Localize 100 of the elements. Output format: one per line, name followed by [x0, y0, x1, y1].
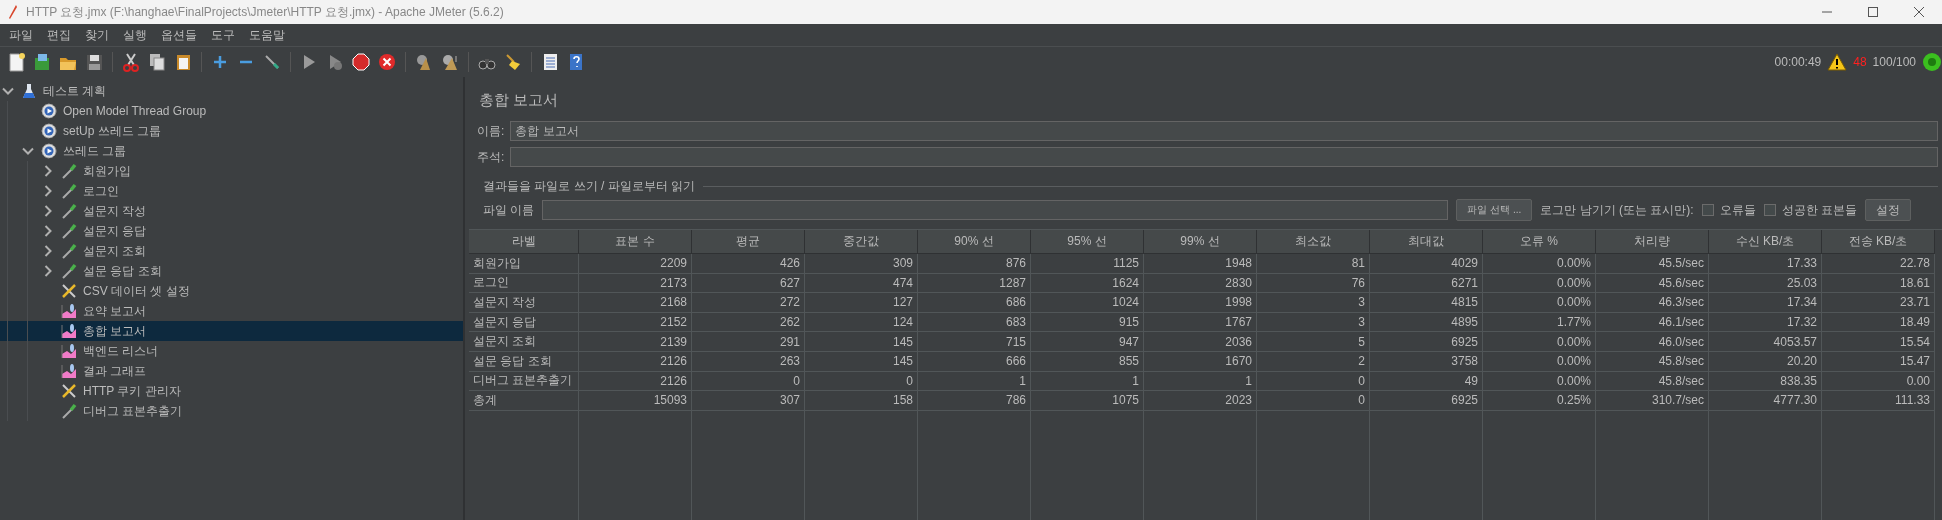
chevron-right-icon[interactable]	[42, 165, 54, 177]
table-cell: 0.00%	[1483, 293, 1596, 313]
chevron-down-icon[interactable]	[22, 145, 34, 157]
column-header[interactable]: 중간값	[805, 230, 918, 254]
table-cell: 426	[692, 254, 805, 274]
menu-item[interactable]: 파일	[2, 26, 40, 44]
menu-item[interactable]: 도움말	[242, 26, 292, 44]
menu-item[interactable]: 옵션들	[154, 26, 204, 44]
checkbox[interactable]	[1763, 204, 1776, 216]
table-cell: 로그인	[469, 273, 579, 294]
column-header[interactable]: 오류 %	[1483, 230, 1596, 254]
name-field[interactable]: 총합 보고서	[510, 121, 1938, 141]
table-cell: 디버그 표본추출기	[469, 371, 579, 392]
menu-item[interactable]: 찾기	[78, 26, 116, 44]
checkbox-label[interactable]: 성공한 표본들	[1781, 201, 1857, 219]
table-cell: 15.54	[1822, 332, 1935, 352]
table-cell: 0	[805, 371, 918, 392]
table-cell: 0.25%	[1483, 391, 1596, 411]
table-cell: 4815	[1370, 293, 1483, 313]
window-title: HTTP 요청.jmx (F:\hanghae\FinalProjects\Jmeter\HTTP 요청.jmx) - Apache JMeter (5.6.2)	[26, 3, 505, 21]
new-file-icon[interactable]	[6, 52, 26, 72]
filename-field[interactable]	[542, 200, 1449, 220]
table-cell: 111.33	[1822, 391, 1935, 411]
chevron-right-icon[interactable]	[42, 225, 54, 237]
table-cell: 2209	[579, 254, 692, 274]
column-header[interactable]: 평균	[692, 230, 805, 254]
column-header[interactable]: 전송 KB/초	[1822, 230, 1935, 254]
table-cell: 2	[1257, 351, 1370, 372]
field-label: 파일 이름	[483, 201, 535, 219]
table-cell: 76	[1257, 273, 1370, 294]
menu-item[interactable]: 도구	[204, 26, 242, 44]
table-cell: 46.3/sec	[1596, 293, 1709, 313]
settings-button[interactable]: 설정	[1864, 199, 1911, 221]
tree-item[interactable]: 총합 보고서	[0, 321, 463, 341]
table-cell: 0.00%	[1483, 351, 1596, 372]
table-cell: 17.32	[1709, 312, 1822, 333]
browse-button[interactable]: 파일 선택 ...	[1456, 199, 1533, 221]
templates-icon[interactable]	[32, 52, 52, 72]
table-cell: 2168	[579, 293, 692, 313]
table-cell: 145	[805, 351, 918, 372]
copy-icon[interactable]	[147, 52, 167, 72]
chevron-right-icon[interactable]	[42, 205, 54, 217]
column-header[interactable]: 90% 선	[918, 230, 1031, 254]
table-cell: 124	[805, 312, 918, 333]
warning-count: 48	[1853, 55, 1867, 69]
table-cell: 876	[918, 254, 1031, 274]
chevron-right-icon[interactable]	[42, 265, 54, 277]
column-header[interactable]: 95% 선	[1031, 230, 1144, 254]
table-cell: 6925	[1370, 391, 1483, 411]
menu-item[interactable]: 편집	[40, 26, 78, 44]
chevron-right-icon[interactable]	[42, 185, 54, 197]
comment-field[interactable]	[510, 147, 1938, 167]
table-cell: 915	[1031, 312, 1144, 333]
table-cell: 145	[805, 332, 918, 352]
stop-icon[interactable]	[351, 52, 371, 72]
checkbox-label[interactable]: 오류들	[1719, 201, 1756, 219]
table-cell: 설문지 응답	[469, 312, 579, 333]
table-cell: 6925	[1370, 332, 1483, 352]
table-cell: 474	[805, 273, 918, 294]
shutdown-icon[interactable]	[377, 52, 397, 72]
column-header[interactable]: 수신 KB/초	[1709, 230, 1822, 254]
table-cell: 666	[918, 351, 1031, 372]
save-icon[interactable]	[84, 52, 104, 72]
table-cell: 0.00%	[1483, 273, 1596, 294]
maximize-icon	[1867, 6, 1879, 18]
table-cell: 45.8/sec	[1596, 371, 1709, 392]
chevron-right-icon[interactable]	[42, 245, 54, 257]
column-header[interactable]: 최소값	[1257, 230, 1370, 254]
wand-icon[interactable]	[262, 52, 282, 72]
scissors-icon[interactable]	[121, 52, 141, 72]
menu-item[interactable]: 실행	[116, 26, 154, 44]
table-cell: 5	[1257, 332, 1370, 352]
broom-icon[interactable]	[503, 52, 523, 72]
table-cell: 0	[1257, 371, 1370, 392]
column-header[interactable]: 표본 수	[579, 230, 692, 254]
table-cell: 설문 응답 조회	[469, 351, 579, 372]
warning-icon[interactable]	[1827, 53, 1848, 71]
column-header[interactable]: 처리량	[1596, 230, 1709, 254]
table-cell: 947	[1031, 332, 1144, 352]
checkbox[interactable]	[1701, 204, 1714, 216]
table-cell: 46.1/sec	[1596, 312, 1709, 333]
table-cell: 686	[918, 293, 1031, 313]
column-header[interactable]: 최대값	[1370, 230, 1483, 254]
table-cell: 291	[692, 332, 805, 352]
tree-item[interactable]: 테스트 계획	[0, 81, 463, 101]
table-cell: 0.00	[1822, 371, 1935, 392]
elapsed-time: 00:00:49	[1774, 55, 1822, 69]
table-cell: 3	[1257, 293, 1370, 313]
table-cell: 25.03	[1709, 273, 1822, 294]
close-icon	[1913, 6, 1925, 18]
table-cell: 6271	[1370, 273, 1483, 294]
table-cell: 46.0/sec	[1596, 332, 1709, 352]
column-header[interactable]: 라벨	[469, 230, 579, 254]
table-cell: 127	[805, 293, 918, 313]
table-cell: 272	[692, 293, 805, 313]
column-header[interactable]: 99% 선	[1144, 230, 1257, 254]
chevron-down-icon[interactable]	[2, 85, 14, 97]
field-label: 이름:	[477, 122, 505, 140]
table-cell: 1	[1031, 371, 1144, 392]
group-title: 결과들을 파일로 쓰기 / 파일로부터 읽기	[483, 178, 695, 195]
